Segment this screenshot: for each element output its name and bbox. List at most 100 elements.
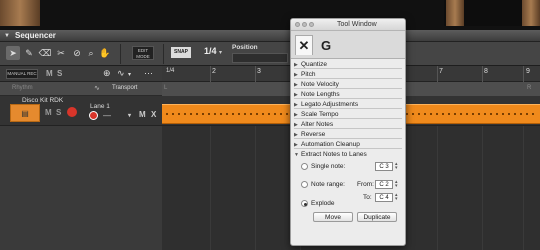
lane-record-button[interactable] xyxy=(89,111,98,120)
close-icon[interactable] xyxy=(295,22,300,27)
device-thumbnail[interactable]: ▤ xyxy=(10,104,40,122)
window-controls xyxy=(295,22,314,27)
position-label: Position xyxy=(232,44,258,51)
tools-tab-icon[interactable]: ✕ xyxy=(295,35,313,55)
single-note-radio[interactable] xyxy=(301,163,308,170)
ruler-tick: 9 xyxy=(526,68,530,75)
grid-line xyxy=(523,126,524,250)
magnify-tool-icon[interactable]: ⌕ xyxy=(84,46,98,60)
quantize-value[interactable]: 1/4 xyxy=(204,46,217,56)
note-range-label: Note range: xyxy=(311,181,345,188)
select-tool-icon[interactable]: ➤ xyxy=(6,46,20,60)
section-quantize[interactable]: ▶ Quantize xyxy=(294,60,402,69)
edit-mode-button[interactable]: EDIT MODE xyxy=(132,46,154,60)
duplicate-button[interactable]: Duplicate xyxy=(357,212,397,222)
section-extract-notes-to-lanes[interactable]: ▼ Extract Notes to Lanes xyxy=(294,150,402,159)
manual-rec-button[interactable]: MANUAL REC xyxy=(6,69,38,79)
tool-window-tabs: ✕ G xyxy=(291,31,405,59)
ruler-tickline xyxy=(255,66,256,82)
more-icon[interactable]: ⋯ xyxy=(144,68,153,79)
right-locator-marker[interactable]: R xyxy=(527,85,531,91)
razor-tool-icon[interactable]: ✂ xyxy=(54,46,68,60)
eraser-tool-icon[interactable]: ⌫ xyxy=(38,46,52,60)
rack-wood-panel xyxy=(522,0,540,26)
section-label: Automation Cleanup xyxy=(301,141,360,148)
single-note-field[interactable]: C 3 xyxy=(375,162,393,171)
collapse-triangle-icon[interactable]: ▼ xyxy=(4,33,10,39)
single-note-stepper[interactable]: ▴ ▾ xyxy=(395,162,398,171)
to-note-stepper[interactable]: ▴ ▾ xyxy=(395,193,398,202)
rack-device-right xyxy=(444,0,540,26)
transport-label: Transport xyxy=(112,85,138,91)
explode-radio[interactable] xyxy=(301,200,308,207)
expand-triangle-icon: ▶ xyxy=(294,72,298,78)
ruler-tick: 8 xyxy=(484,68,488,75)
ruler-tick: 3 xyxy=(257,68,261,75)
section-automation-cleanup[interactable]: ▶ Automation Cleanup xyxy=(294,140,402,149)
section-pitch[interactable]: ▶ Pitch xyxy=(294,70,402,79)
solo-all-button[interactable]: S xyxy=(57,69,62,78)
transport-track[interactable]: Rhythm ∿ Transport L R xyxy=(0,82,540,96)
device-mute-button[interactable]: M xyxy=(45,108,52,117)
section-note-lengths[interactable]: ▶ Note Lengths xyxy=(294,90,402,99)
transport-left-label: Rhythm xyxy=(12,85,33,91)
expand-triangle-icon: ▶ xyxy=(294,142,298,148)
chevron-down-icon[interactable]: ▾ xyxy=(128,71,131,78)
to-note-field[interactable]: C 4 xyxy=(375,193,393,202)
track-list-header: MANUAL REC M S ⊕ ∿ ▾ ⋯ xyxy=(0,66,162,82)
from-note-stepper[interactable]: ▴ ▾ xyxy=(395,180,398,189)
minimize-icon[interactable] xyxy=(302,22,307,27)
lane-name: Lane 1 xyxy=(90,103,110,110)
device-solo-button[interactable]: S xyxy=(56,108,61,117)
device-record-button[interactable] xyxy=(67,107,77,117)
drum-kit-icon: ▤ xyxy=(21,108,29,118)
explode-label: Explode xyxy=(311,200,335,207)
section-scale-tempo[interactable]: ▶ Scale Tempo xyxy=(294,110,402,119)
left-locator-marker[interactable]: L xyxy=(164,85,167,91)
lane-menu[interactable]: — xyxy=(103,111,111,120)
section-reverse[interactable]: ▶ Reverse xyxy=(294,130,402,139)
grid-line xyxy=(437,126,438,250)
expand-triangle-icon: ▶ xyxy=(294,102,298,108)
tool-window-titlebar[interactable]: Tool Window xyxy=(291,19,405,31)
section-label: Note Lengths xyxy=(301,91,340,98)
section-legato-adjustments[interactable]: ▶ Legato Adjustments xyxy=(294,100,402,109)
transport-icon: ∿ xyxy=(94,85,100,92)
move-button[interactable]: Move xyxy=(313,212,353,222)
ruler-tickline xyxy=(210,66,211,82)
hand-tool-icon[interactable]: ✋ xyxy=(98,46,112,60)
lane-mute-button[interactable]: M xyxy=(139,110,146,119)
note-range-radio[interactable] xyxy=(301,181,308,188)
position-field[interactable] xyxy=(232,53,288,63)
section-label: Reverse xyxy=(301,131,326,138)
zoom-icon[interactable] xyxy=(309,22,314,27)
snap-button[interactable]: SNAP xyxy=(171,47,191,58)
mute-all-button[interactable]: M xyxy=(46,69,53,78)
add-track-icon[interactable]: ⊕ xyxy=(103,68,111,79)
tool-window-title: Tool Window xyxy=(337,21,377,28)
pencil-tool-icon[interactable]: ✎ xyxy=(22,46,36,60)
section-note-velocity[interactable]: ▶ Note Velocity xyxy=(294,80,402,89)
groove-tab-icon[interactable]: G xyxy=(317,35,335,55)
lane-delete-button[interactable]: X xyxy=(151,110,156,119)
section-label: Extract Notes to Lanes xyxy=(301,151,367,158)
automation-icon[interactable]: ∿ xyxy=(117,68,125,79)
chevron-down-icon[interactable]: ▾ xyxy=(128,112,131,119)
sequencer-title: Sequencer xyxy=(15,31,56,40)
single-note-label: Single note: xyxy=(311,163,346,170)
mute-tool-icon[interactable]: ⊘ xyxy=(70,46,84,60)
sequencer-toolbar: ➤ ✎ ⌫ ✂ ⊘ ⌕ ✋ EDIT MODE SNAP 1/4 ▾ Posit… xyxy=(0,42,540,66)
expand-triangle-icon: ▶ xyxy=(294,82,298,88)
expand-triangle-icon: ▶ xyxy=(294,112,298,118)
chevron-down-icon[interactable]: ▾ xyxy=(219,49,222,56)
to-label: To: xyxy=(363,194,372,201)
ruler-tick: 2 xyxy=(212,68,216,75)
section-alter-notes[interactable]: ▶ Alter Notes xyxy=(294,120,402,129)
from-note-field[interactable]: C 2 xyxy=(375,180,393,189)
ruler-tickline xyxy=(437,66,438,82)
rack-wood-panel xyxy=(0,0,40,26)
edit-mode-label-1: EDIT xyxy=(137,48,149,53)
toolbar-divider xyxy=(163,44,164,64)
sequencer-title-bar[interactable]: ▼ Sequencer xyxy=(0,30,540,42)
grid-line xyxy=(255,126,256,250)
